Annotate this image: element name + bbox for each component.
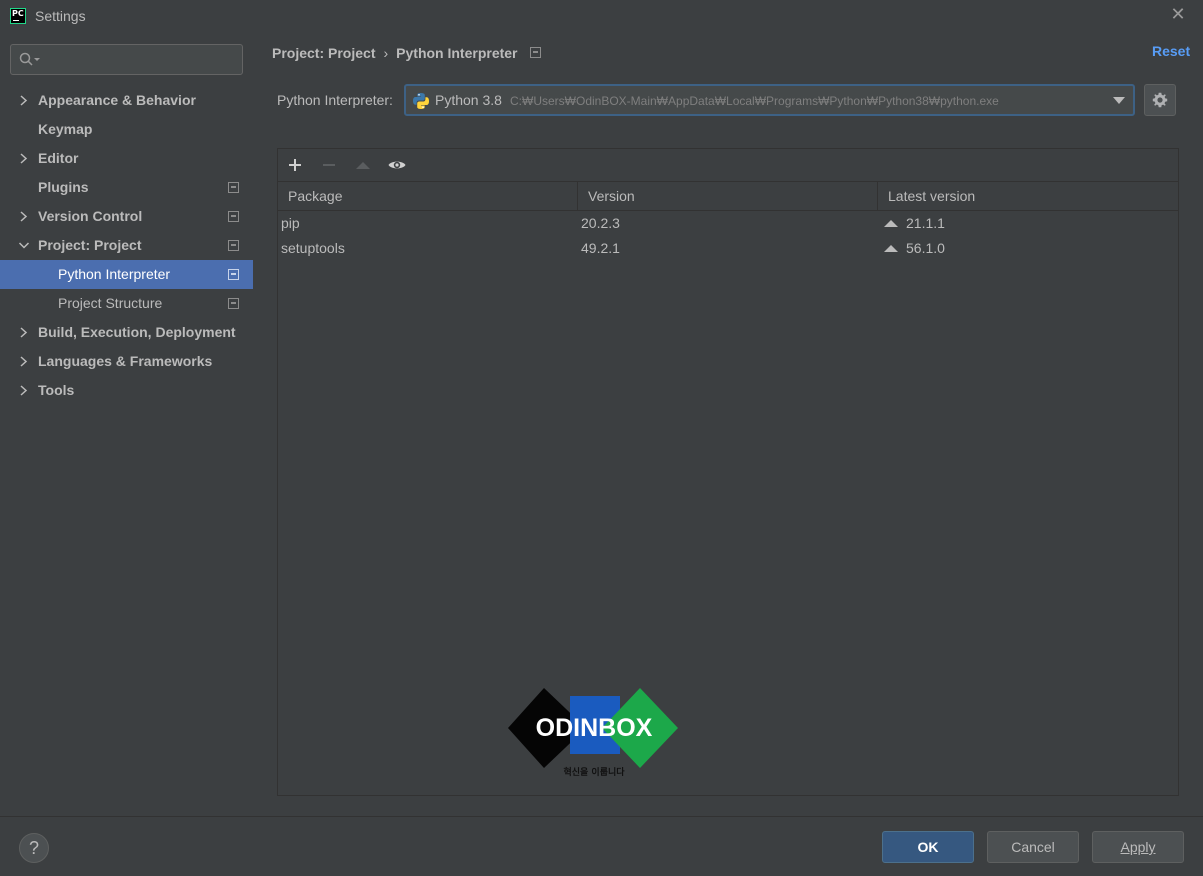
packages-table-header: Package Version Latest version [278, 181, 1178, 211]
close-icon[interactable]: ✕ [1168, 4, 1188, 24]
sidebar-item-label: Tools [38, 382, 75, 398]
latest-version-cell: 56.1.0 [884, 236, 945, 261]
packages-table: pip 20.2.3 21.1.1 setuptools 49.2.1 56.1… [278, 211, 1178, 795]
column-header-package[interactable]: Package [288, 182, 342, 210]
interpreter-label: Python Interpreter: [277, 92, 393, 108]
cancel-button[interactable]: Cancel [987, 831, 1079, 863]
sidebar-item-keymap[interactable]: Keymap [0, 115, 253, 144]
triangle-up-icon [356, 162, 370, 169]
sidebar-item-label: Plugins [38, 179, 89, 195]
sidebar-item-project-structure[interactable]: Project Structure [0, 289, 253, 318]
sidebar-item-label: Project Structure [58, 295, 163, 311]
package-name: pip [281, 215, 300, 231]
column-header-latest-version[interactable]: Latest version [888, 182, 975, 210]
upgrade-available-icon [884, 245, 898, 252]
package-version: 49.2.1 [581, 240, 620, 256]
apply-button[interactable]: Apply [1092, 831, 1184, 863]
sidebar-item-appearance-behavior[interactable]: Appearance & Behavior [0, 86, 253, 115]
minus-icon [323, 164, 335, 166]
sidebar-item-label: Build, Execution, Deployment [38, 324, 236, 340]
interpreter-settings-button[interactable] [1144, 84, 1176, 116]
chevron-right-icon[interactable] [18, 318, 30, 347]
sidebar-item-python-interpreter[interactable]: Python Interpreter [0, 260, 253, 289]
sidebar-item-label: Version Control [38, 208, 143, 224]
packages-panel: Package Version Latest version pip 20.2.… [277, 148, 1179, 796]
sidebar-item-project[interactable]: Project: Project [0, 231, 253, 260]
latest-version: 21.1.1 [906, 215, 945, 231]
reset-link[interactable]: Reset [1152, 43, 1190, 59]
upgrade-available-icon [884, 220, 898, 227]
settings-content: Project: Project › Python Interpreter Rese… [253, 32, 1203, 816]
chevron-right-icon[interactable] [18, 376, 30, 405]
sidebar-item-label: Appearance & Behavior [38, 92, 196, 108]
pycharm-app-icon: PC [10, 8, 26, 24]
watermark-tagline: 혁신을 이룹니다 [563, 766, 625, 778]
odinbox-watermark-logo: ODINBOX 혁신을 이룹니다 [508, 688, 678, 778]
sidebar-item-editor[interactable]: Editor [0, 144, 253, 173]
gear-icon [1152, 92, 1168, 108]
chevron-right-icon[interactable] [18, 86, 30, 115]
package-version: 20.2.3 [581, 215, 620, 231]
plus-icon [289, 159, 301, 171]
uninstall-package-button[interactable] [319, 155, 339, 175]
sidebar-item-build-execution-deployment[interactable]: Build, Execution, Deployment [0, 318, 253, 347]
dialog-footer: ? OK Cancel Apply [0, 816, 1203, 876]
settings-sidebar: Appearance & Behavior Keymap Editor Plug… [0, 32, 253, 816]
column-header-version[interactable]: Version [588, 182, 635, 210]
search-icon [19, 52, 40, 66]
title-bar: PC Settings ✕ [0, 0, 1203, 32]
latest-version: 56.1.0 [906, 240, 945, 256]
show-early-releases-button[interactable] [387, 155, 407, 175]
interpreter-name: Python 3.8 [435, 92, 502, 108]
dropdown-arrow-icon[interactable] [1113, 97, 1125, 104]
sidebar-item-plugins[interactable]: Plugins [0, 173, 253, 202]
chevron-right-icon[interactable] [18, 202, 30, 231]
sidebar-item-version-control[interactable]: Version Control [0, 202, 253, 231]
project-scope-icon [529, 47, 541, 58]
install-package-button[interactable] [285, 155, 305, 175]
breadcrumb-separator-icon: › [383, 45, 389, 61]
settings-search-input[interactable] [10, 44, 243, 75]
project-scope-icon [228, 182, 239, 193]
breadcrumb: Project: Project › Python Interpreter [272, 43, 541, 63]
python-logo-icon [413, 93, 429, 109]
packages-toolbar [278, 149, 1178, 181]
table-row[interactable]: setuptools 49.2.1 56.1.0 [278, 236, 1178, 261]
project-scope-icon [228, 269, 239, 280]
ok-button[interactable]: OK [882, 831, 974, 863]
chevron-right-icon[interactable] [18, 144, 30, 173]
table-row[interactable]: pip 20.2.3 21.1.1 [278, 211, 1178, 236]
sidebar-item-label: Project: Project [38, 237, 142, 253]
sidebar-item-label: Python Interpreter [58, 266, 171, 282]
project-scope-icon [228, 211, 239, 222]
chevron-down-icon[interactable] [18, 231, 30, 260]
project-scope-icon [228, 298, 239, 309]
interpreter-path: C:₩Users₩OdinBOX-Main₩AppData₩Local₩Prog… [510, 94, 999, 108]
interpreter-select[interactable]: Python 3.8 C:₩Users₩OdinBOX-Main₩AppData… [404, 84, 1135, 116]
chevron-right-icon[interactable] [18, 347, 30, 376]
help-button[interactable]: ? [19, 833, 49, 863]
breadcrumb-item: Project: Project [272, 45, 376, 61]
upgrade-package-button[interactable] [353, 155, 373, 175]
eye-icon [388, 161, 406, 169]
project-scope-icon [228, 240, 239, 251]
package-name: setuptools [281, 240, 345, 256]
column-divider[interactable] [877, 182, 878, 210]
apply-button-label: Apply [1120, 839, 1156, 855]
sidebar-item-tools[interactable]: Tools [0, 376, 253, 405]
sidebar-item-label: Keymap [38, 121, 93, 137]
sidebar-item-languages-frameworks[interactable]: Languages & Frameworks [0, 347, 253, 376]
column-divider[interactable] [577, 182, 578, 210]
window-title: Settings [35, 8, 86, 24]
breadcrumb-item: Python Interpreter [396, 45, 518, 61]
watermark-text: ODINBOX [536, 714, 653, 742]
sidebar-item-label: Languages & Frameworks [38, 353, 213, 369]
sidebar-item-label: Editor [38, 150, 79, 166]
latest-version-cell: 21.1.1 [884, 211, 945, 236]
